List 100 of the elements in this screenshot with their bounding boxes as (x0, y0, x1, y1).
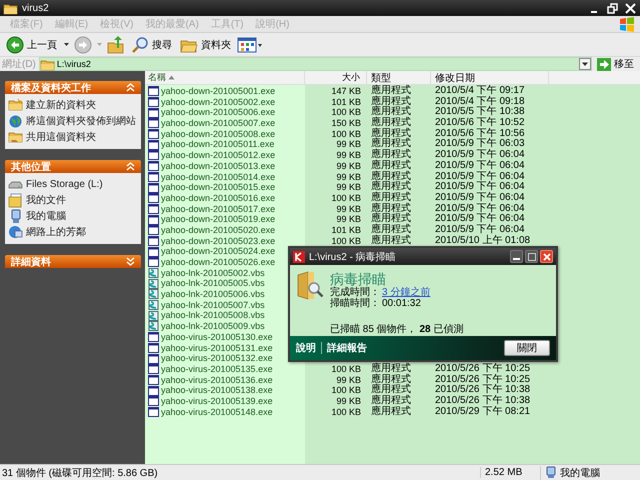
task-link[interactable]: 我的電腦 (8, 209, 139, 224)
column-header[interactable]: 名稱 (145, 71, 305, 84)
duration-value: 00:01:32 (382, 298, 421, 309)
file-name[interactable]: yahoo-down-201005024.exe (148, 246, 276, 258)
task-link[interactable]: 建立新的資料夾 (8, 98, 139, 113)
footer-link[interactable]: 說明 (296, 341, 316, 355)
program-window-icon (148, 118, 159, 128)
file-name[interactable]: yahoo-virus-201005148.exe (148, 406, 273, 418)
file-name[interactable]: yahoo-virus-201005131.exe (148, 342, 273, 354)
file-size: 147 KB (330, 86, 362, 97)
file-name[interactable]: yahoo-down-201005001.exe (148, 86, 276, 97)
file-type: 應用程式 (370, 364, 412, 374)
program-window-icon (148, 150, 159, 160)
address-field[interactable]: L:\virus2 (38, 57, 592, 71)
program-window-icon (148, 225, 159, 236)
file-name[interactable]: yahoo-down-201005002.exe (148, 96, 276, 108)
close-icon (542, 252, 550, 260)
file-name[interactable]: yahoo-down-201005016.exe (148, 192, 276, 204)
maximize-button[interactable] (525, 250, 538, 263)
file-name[interactable]: yahoo-down-201005026.exe (148, 257, 276, 268)
back-button[interactable]: 上一頁 (4, 34, 59, 54)
column-header[interactable]: 大小 (305, 71, 367, 84)
collapse-chevron-icon[interactable] (126, 83, 135, 92)
search-button[interactable]: 搜尋 (129, 34, 174, 54)
file-name[interactable]: yahoo-down-201005014.exe (148, 172, 276, 182)
program-window-icon (148, 332, 159, 342)
file-name[interactable]: yahoo-virus-201005139.exe (148, 396, 273, 407)
folder-icon (3, 2, 18, 14)
file-name[interactable]: yahoo-virus-201005132.exe (148, 353, 273, 364)
file-name[interactable]: yahoo-down-201005007.exe (148, 118, 276, 129)
completed-label: 完成時間： (330, 287, 380, 298)
minimize-button[interactable] (510, 250, 523, 263)
file-name[interactable]: yahoo-virus-201005135.exe (148, 364, 273, 375)
task-link[interactable]: Files Storage (L:) (8, 177, 139, 192)
file-name[interactable]: yahoo-lnk-201005002.vbs (148, 268, 265, 278)
file-name[interactable]: yahoo-virus-201005136.exe (148, 374, 273, 386)
file-name[interactable]: yahoo-down-201005015.exe (148, 182, 276, 193)
file-type: 應用程式 (370, 172, 412, 182)
task-link[interactable]: 共用這個資料夾 (8, 130, 139, 145)
script-file-icon (148, 310, 159, 321)
file-size: 99 KB (335, 172, 362, 182)
program-window-icon (148, 374, 159, 385)
dialog-heading: 病毒掃瞄 (330, 271, 387, 287)
file-name[interactable]: yahoo-virus-201005130.exe (148, 332, 273, 343)
file-size: 99 KB (335, 214, 362, 225)
file-name[interactable]: yahoo-lnk-201005008.vbs (148, 310, 265, 322)
program-window-icon (148, 214, 159, 225)
file-name[interactable]: yahoo-down-201005013.exe (148, 160, 276, 172)
close-button[interactable]: 關閉 (504, 340, 550, 356)
file-name[interactable]: yahoo-down-201005006.exe (148, 107, 276, 118)
file-name[interactable]: yahoo-down-201005020.exe (148, 224, 276, 236)
shared-folder-icon (8, 130, 23, 145)
collapse-chevron-icon[interactable] (126, 162, 135, 171)
file-type: 應用程式 (370, 192, 412, 203)
footer-link[interactable]: 詳細報告 (327, 341, 367, 355)
maximize-icon (528, 252, 536, 260)
file-name[interactable]: yahoo-lnk-201005007.vbs (148, 300, 265, 310)
file-name[interactable]: yahoo-down-201005012.exe (148, 150, 276, 161)
program-window-icon (148, 161, 159, 172)
scan-summary: 已掃瞄 85 個物件， 28 已偵測 (330, 322, 464, 336)
task-link[interactable]: 我的文件 (8, 193, 139, 208)
column-header[interactable]: 類型 (367, 71, 431, 84)
file-name[interactable]: yahoo-down-201005008.exe (148, 128, 276, 140)
program-window-icon (148, 354, 159, 364)
column-header[interactable]: 修改日期 (431, 71, 549, 84)
file-size: 101 KB (330, 224, 362, 236)
expand-chevron-icon[interactable] (126, 257, 135, 266)
caret-icon[interactable] (63, 42, 70, 48)
folder-magnifier-icon (296, 271, 324, 301)
completed-time-link[interactable]: 3 分鐘之前 (382, 287, 430, 298)
file-size: 100 KB (330, 385, 362, 396)
file-name[interactable]: yahoo-down-201005023.exe (148, 236, 276, 246)
file-name[interactable]: yahoo-lnk-201005009.vbs (148, 321, 265, 332)
modified-date: 2010/5/5 下午 10:38 (434, 107, 526, 118)
file-name[interactable]: yahoo-down-201005011.exe (148, 139, 274, 150)
file-type: 應用程式 (370, 128, 412, 139)
close-icon[interactable] (624, 2, 637, 14)
task-link[interactable]: 網路上的芳鄰 (8, 225, 139, 240)
modified-date: 2010/5/9 下午 06:04 (434, 192, 526, 203)
file-size: 100 KB (330, 236, 362, 246)
views-icon[interactable] (237, 36, 263, 52)
file-name[interactable]: yahoo-down-201005019.exe (148, 214, 276, 225)
file-name[interactable]: yahoo-lnk-201005006.vbs (148, 289, 265, 300)
go-button[interactable]: 移至 (595, 57, 638, 71)
file-size: 100 KB (330, 364, 362, 375)
file-name[interactable]: yahoo-virus-201005138.exe (148, 385, 273, 396)
close-button[interactable] (540, 250, 553, 263)
file-name[interactable]: yahoo-lnk-201005005.vbs (148, 278, 265, 290)
program-window-icon (148, 108, 159, 118)
modified-date: 2010/5/6 下午 10:56 (434, 128, 526, 139)
program-window-icon (148, 193, 159, 204)
restore-icon[interactable] (606, 2, 619, 14)
file-type: 應用程式 (370, 385, 412, 396)
folder-up-icon[interactable] (107, 36, 125, 54)
folders-button[interactable]: 資料夾 (178, 36, 233, 54)
file-type: 應用程式 (370, 107, 412, 118)
file-size: 99 KB (335, 160, 362, 172)
file-name[interactable]: yahoo-down-201005017.exe (148, 204, 276, 214)
modified-date: 2010/5/26 下午 10:38 (434, 385, 532, 396)
task-link[interactable]: 將這個資料夾發佈到網站 (8, 114, 139, 129)
